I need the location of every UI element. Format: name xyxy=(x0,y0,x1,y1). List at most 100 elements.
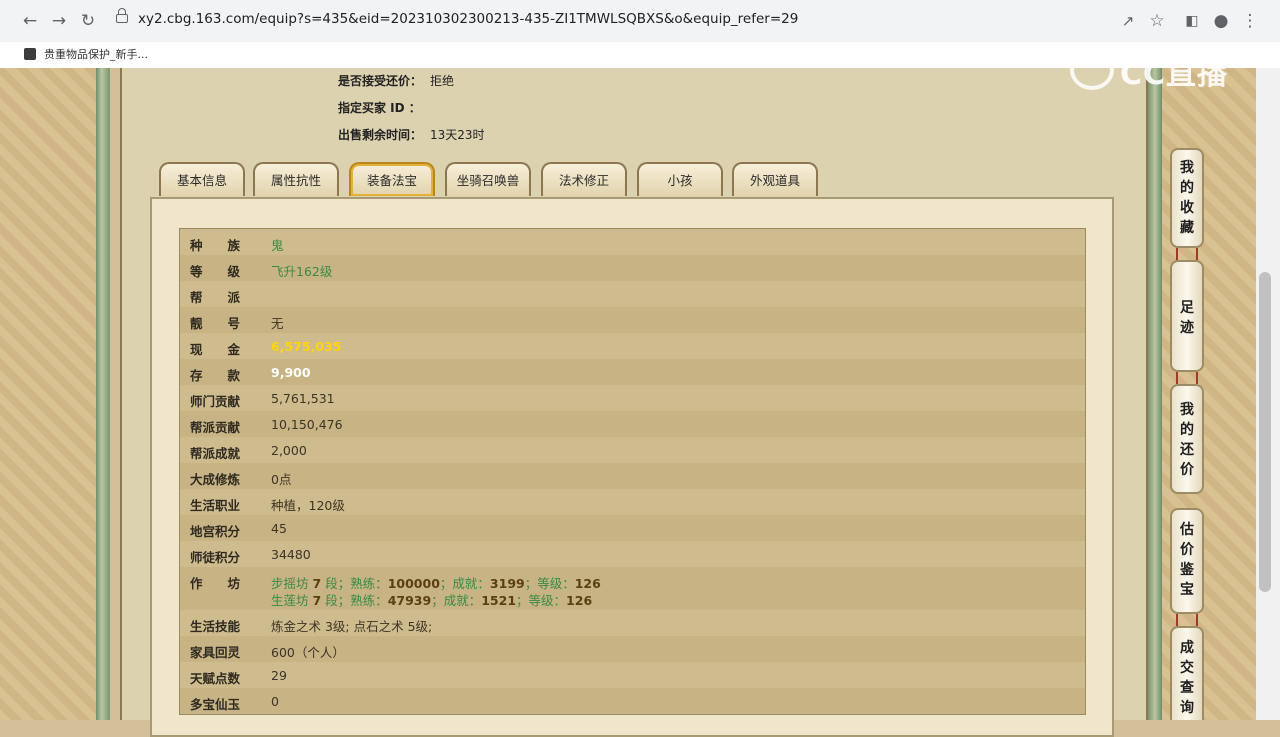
bookmark-favicon-icon xyxy=(24,48,36,60)
profile-icon[interactable]: ● xyxy=(1209,9,1233,33)
tab-children[interactable]: 小孩 xyxy=(637,162,723,196)
workshop-name: 生莲坊 xyxy=(271,593,309,608)
scrollbar-thumb[interactable] xyxy=(1259,272,1271,592)
achievement-label: ；成就： xyxy=(439,576,490,591)
achievement-value: 1521 xyxy=(481,593,517,608)
workshop-line-2: 生莲坊 7 段；熟练：47939；成就：1521；等级：126 xyxy=(271,590,592,609)
side-button-char: 迹 xyxy=(1180,320,1194,336)
table-row-workshop: 作 坊 步摇坊 7 段；熟练：100000；成就：3199；等级：126 生莲坊… xyxy=(180,567,1085,610)
character-info-table: 种 族 鬼 等 级 飞升162级 帮 派 靓 号 无 现 金 6,575,035 存 款… xyxy=(179,228,1086,715)
table-row: 师门贡献 5,761,531 xyxy=(180,385,1085,411)
my-counteroffers-button[interactable]: 我的还价 xyxy=(1170,384,1204,494)
side-button-char: 我 xyxy=(1180,160,1194,176)
row-key: 家具回灵 xyxy=(190,645,241,660)
accept-counteroffer-line: 是否接受还价： 拒绝 xyxy=(338,72,454,89)
menu-icon[interactable]: ⋮ xyxy=(1238,9,1262,33)
designated-buyer-line: 指定买家 ID ： xyxy=(338,99,421,116)
tab-attributes[interactable]: 属性抗性 xyxy=(253,162,339,196)
side-button-char: 询 xyxy=(1180,700,1194,716)
bookmark-item[interactable]: 贵重物品保护_新手... xyxy=(24,46,148,62)
row-key: 生活技能 xyxy=(190,619,241,634)
info-label: 出售剩余时间： xyxy=(338,128,423,142)
url-text[interactable]: xy2.cbg.163.com/equip?s=435&eid=20231030… xyxy=(138,11,798,27)
proficiency-label: 熟练： xyxy=(350,576,388,591)
right-frame xyxy=(1148,68,1162,720)
row-value: 无 xyxy=(271,316,284,331)
row-value: 9,900 xyxy=(271,365,311,380)
row-key: 大成修炼 xyxy=(190,472,241,487)
side-button-char: 宝 xyxy=(1180,582,1194,598)
row-key: 存 款 xyxy=(190,368,241,383)
side-button-char: 收 xyxy=(1180,200,1194,216)
side-button-char: 还 xyxy=(1180,442,1194,458)
info-value: 13天23时 xyxy=(430,128,485,142)
row-value: 种植，120级 xyxy=(271,498,345,513)
transaction-query-button[interactable]: 成交查询 xyxy=(1170,626,1204,720)
table-row: 大成修炼 0点 xyxy=(180,463,1085,489)
row-key: 等 级 xyxy=(190,264,241,279)
side-panel-icon[interactable]: ◧ xyxy=(1180,9,1204,33)
watermark-text: CC直播 xyxy=(1120,57,1229,92)
side-connector xyxy=(1176,248,1198,260)
row-value: 0 xyxy=(271,694,279,709)
table-row: 靓 号无 xyxy=(180,307,1085,333)
row-key: 靓 号 xyxy=(190,316,241,331)
level-label: ；等级： xyxy=(524,576,575,591)
row-key: 帮派成就 xyxy=(190,446,241,461)
row-key: 生活职业 xyxy=(190,498,241,513)
row-value: 炼金之术 3级; 点石之术 5级; xyxy=(271,619,433,634)
row-value: 600（个人） xyxy=(271,645,345,660)
side-button-char: 足 xyxy=(1180,300,1194,316)
side-button-char: 价 xyxy=(1180,542,1194,558)
row-key: 种 族 xyxy=(190,238,241,253)
side-button-char: 查 xyxy=(1180,680,1194,696)
left-frame xyxy=(96,68,110,720)
reload-icon[interactable]: ↻ xyxy=(76,9,100,33)
achievement-label: ；成就： xyxy=(431,593,482,608)
tab-appearance[interactable]: 外观道具 xyxy=(732,162,818,196)
info-value: 拒绝 xyxy=(430,74,455,88)
tab-mounts-pets[interactable]: 坐骑召唤兽 xyxy=(445,162,531,196)
row-value: 飞升162级 xyxy=(271,264,333,279)
workshop-segment: 7 xyxy=(312,576,322,591)
share-icon[interactable]: ↗ xyxy=(1116,9,1140,33)
proficiency-value: 47939 xyxy=(387,593,432,608)
my-favorites-button[interactable]: 我的收藏 xyxy=(1170,148,1204,248)
table-row: 存 款 9,900 xyxy=(180,359,1085,385)
level-value: 126 xyxy=(574,576,601,591)
level-value: 126 xyxy=(566,593,593,608)
row-key: 现 金 xyxy=(190,342,241,357)
tab-basic-info[interactable]: 基本信息 xyxy=(159,162,245,196)
row-value: 6,575,035 xyxy=(271,339,342,354)
side-button-char: 藏 xyxy=(1180,220,1194,236)
row-key: 帮 派 xyxy=(190,290,241,305)
row-key: 师徒积分 xyxy=(190,550,241,565)
workshop-segment: 7 xyxy=(312,593,322,608)
row-key: 天赋点数 xyxy=(190,671,241,686)
side-button-char: 价 xyxy=(1180,462,1194,478)
workshop-segment-unit: 段； xyxy=(325,593,351,608)
row-key: 多宝仙玉 xyxy=(190,697,241,712)
bookmark-star-icon[interactable]: ☆ xyxy=(1145,9,1169,33)
row-key: 作 坊 xyxy=(190,576,241,591)
row-value: 29 xyxy=(271,668,287,683)
price-appraisal-button[interactable]: 估价鉴宝 xyxy=(1170,508,1204,614)
table-row: 师徒积分 34480 xyxy=(180,541,1085,567)
back-icon[interactable]: ← xyxy=(18,9,42,33)
footprints-button[interactable]: 足迹 xyxy=(1170,260,1204,372)
side-button-char: 的 xyxy=(1180,422,1194,438)
row-value: 鬼 xyxy=(271,238,284,253)
row-value: 0点 xyxy=(271,472,292,487)
workshop-segment-unit: 段； xyxy=(325,576,351,591)
lock-icon[interactable] xyxy=(116,8,128,23)
tab-spell-correction[interactable]: 法术修正 xyxy=(541,162,627,196)
forward-icon[interactable]: → xyxy=(47,9,71,33)
table-row: 地宫积分 45 xyxy=(180,515,1085,541)
row-value: 45 xyxy=(271,521,287,536)
row-value: 34480 xyxy=(271,547,311,562)
table-row: 种 族鬼 xyxy=(180,229,1085,255)
row-value: 5,761,531 xyxy=(271,391,335,406)
tab-equipment[interactable]: 装备法宝 xyxy=(349,162,435,196)
bookmark-label: 贵重物品保护_新手... xyxy=(44,48,148,61)
level-label: ；等级： xyxy=(516,593,567,608)
